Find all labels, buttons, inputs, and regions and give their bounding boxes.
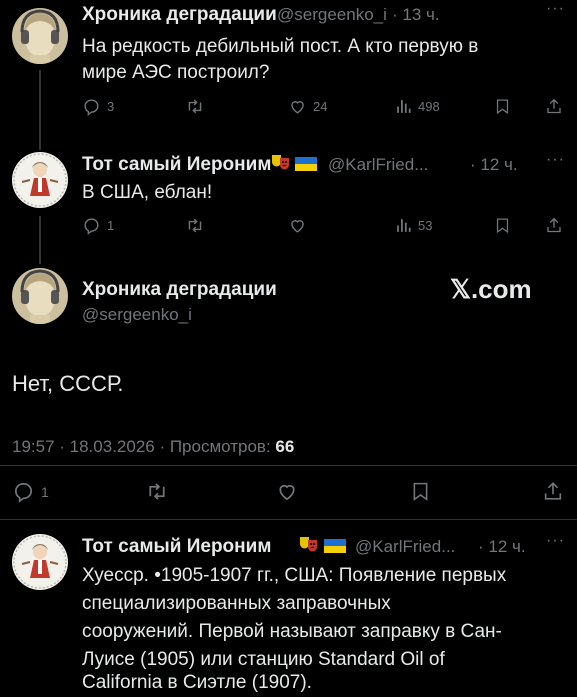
- author-name[interactable]: Хроника деградации: [82, 4, 277, 26]
- bookmark-icon: [496, 99, 509, 115]
- retweet-icon: [149, 483, 165, 500]
- share-icon: [547, 217, 561, 233]
- reply-count: 3: [107, 99, 115, 114]
- post-timestamp: 19:57 · 18.03.2026 · Просмотров: 66: [12, 437, 294, 457]
- author-name[interactable]: Тот самый Иероним: [82, 536, 271, 558]
- reply-icon: [84, 99, 99, 116]
- theater-masks-icon: [298, 534, 320, 561]
- views-button[interactable]: 498: [395, 97, 440, 116]
- author-handle[interactable]: @KarlFried...: [355, 537, 455, 557]
- post-time[interactable]: · 12 ч.: [470, 155, 518, 175]
- tweet-text-line-5: California в Сиэтле (1907).: [82, 672, 312, 693]
- tweet-text-line-1: Хуесср. •1905-1907 гг., США: Появление п…: [82, 565, 507, 586]
- bookmark-icon: [496, 218, 509, 234]
- views-button[interactable]: 53: [395, 216, 432, 235]
- x-com-watermark: 𝕏.com: [450, 274, 532, 304]
- views-count: 498: [418, 99, 440, 114]
- share-button[interactable]: [542, 480, 564, 503]
- bookmark-button[interactable]: [494, 97, 511, 116]
- share-button[interactable]: [545, 216, 563, 235]
- tweet-text: В США, еблан!: [82, 182, 213, 203]
- more-icon[interactable]: ···: [546, 0, 565, 18]
- bookmark-button[interactable]: [494, 216, 511, 235]
- like-icon: [279, 484, 295, 501]
- views-icon: [397, 100, 411, 113]
- post-time[interactable]: · 13 ч.: [392, 5, 440, 25]
- retweet-button[interactable]: [185, 216, 205, 235]
- more-icon[interactable]: ···: [546, 532, 565, 550]
- theater-masks-icon: [270, 152, 292, 179]
- reply-icon: [84, 218, 99, 235]
- retweet-icon: [188, 99, 202, 114]
- tweet-text-line-3: сооружений. Первой называют заправку в С…: [82, 621, 502, 642]
- retweet-button[interactable]: [185, 97, 205, 116]
- reply-count: 1: [107, 218, 115, 233]
- retweet-icon: [188, 218, 202, 233]
- thread-line-2: [39, 216, 41, 264]
- bookmark-button[interactable]: [410, 480, 431, 503]
- ukraine-flag-icon: [324, 539, 346, 558]
- views-count: 53: [418, 218, 433, 233]
- tweet-text-line-2: мире АЭС построил?: [82, 62, 270, 83]
- thread-line-1: [39, 70, 41, 150]
- author-handle[interactable]: @KarlFried...: [328, 155, 428, 175]
- like-button[interactable]: 24: [288, 97, 327, 116]
- avatar-chronicle[interactable]: [12, 8, 68, 64]
- divider: [0, 465, 577, 466]
- like-button[interactable]: [288, 216, 307, 235]
- views-icon: [397, 219, 411, 232]
- retweet-button[interactable]: [145, 480, 169, 503]
- divider: [0, 519, 577, 520]
- share-icon: [547, 98, 561, 114]
- author-handle[interactable]: @sergeenko_i: [82, 305, 192, 325]
- tweet-text-line-1: На редкость дебильный пост. А кто первую…: [82, 36, 479, 57]
- post-time[interactable]: · 12 ч.: [478, 537, 526, 557]
- bookmark-icon: [413, 482, 428, 501]
- more-icon[interactable]: ···: [546, 151, 565, 169]
- reply-button[interactable]: 1: [12, 480, 49, 503]
- like-icon: [291, 220, 304, 233]
- reply-button[interactable]: 1: [82, 216, 114, 235]
- share-icon: [544, 482, 562, 500]
- author-handle[interactable]: @sergeenko_i: [277, 5, 387, 25]
- avatar-chronicle[interactable]: [12, 268, 68, 324]
- avatar-ieronim[interactable]: [12, 152, 68, 208]
- avatar-ieronim[interactable]: [12, 534, 68, 590]
- main-tweet-text: Нет, СССР.: [12, 371, 124, 396]
- like-button[interactable]: [275, 480, 299, 503]
- like-icon: [291, 101, 304, 114]
- reply-button[interactable]: 3: [82, 97, 114, 116]
- tweet-text-line-2: специализированных заправочных: [82, 593, 391, 614]
- author-name[interactable]: Тот самый Иероним: [82, 154, 271, 176]
- reply-count: 1: [41, 483, 49, 500]
- author-name[interactable]: Хроника деградации: [82, 279, 277, 301]
- ukraine-flag-icon: [295, 157, 317, 176]
- views-total: 66: [275, 437, 295, 456]
- reply-icon: [14, 482, 33, 503]
- timestamp-text: 19:57 · 18.03.2026 · Просмотров:: [12, 437, 271, 456]
- share-button[interactable]: [545, 97, 563, 116]
- like-count: 24: [313, 99, 328, 114]
